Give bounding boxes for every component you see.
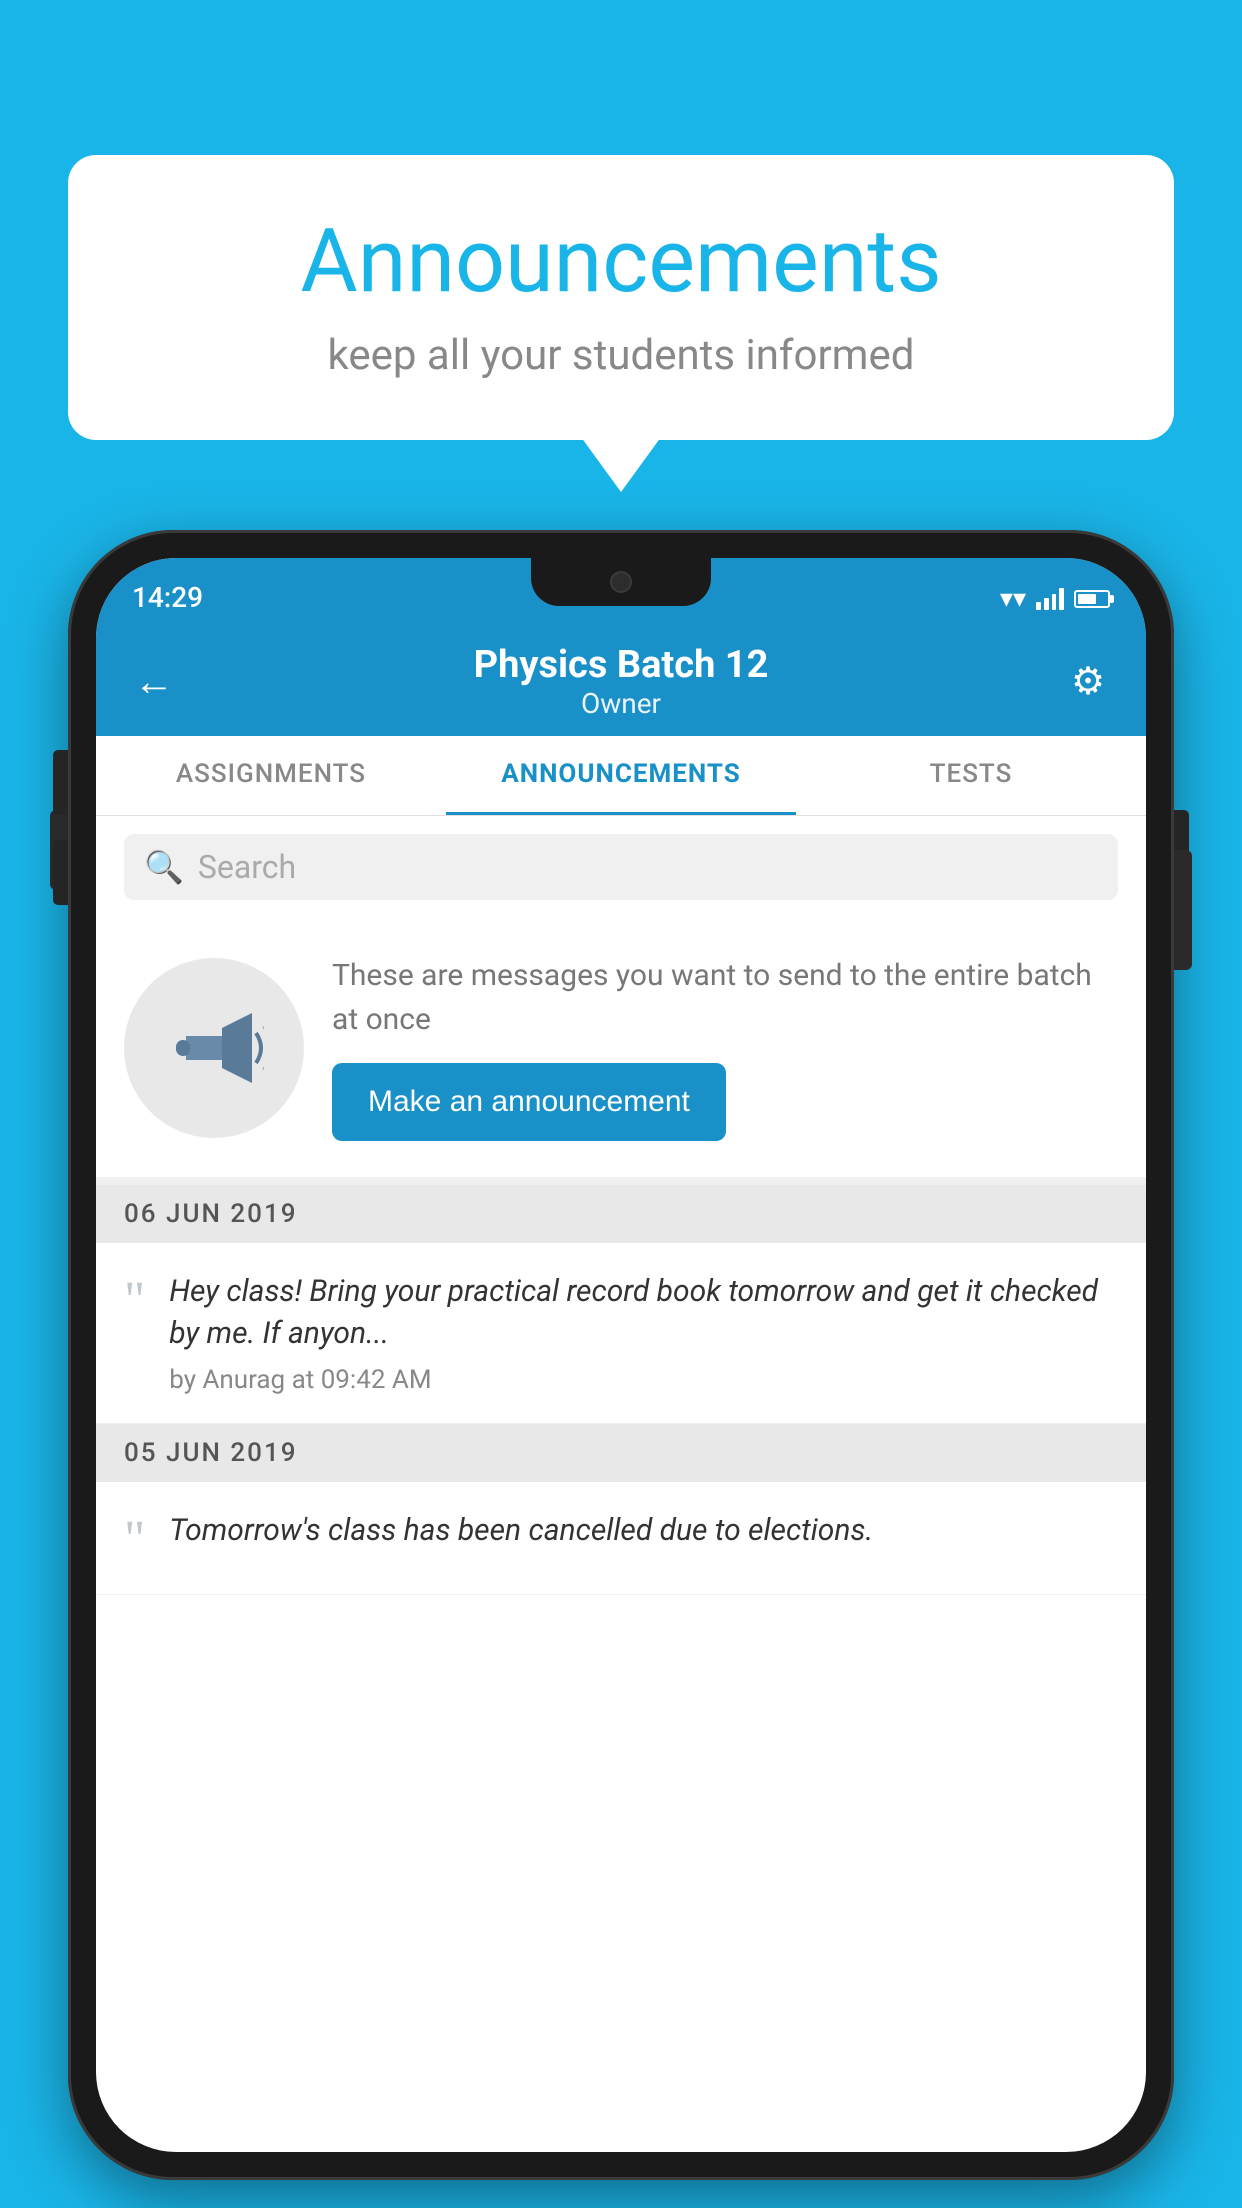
signal-bar-1 bbox=[1036, 602, 1041, 610]
date-divider-1: 06 JUN 2019 bbox=[96, 1185, 1146, 1243]
announcement-item-2[interactable]: " Tomorrow's class has been cancelled du… bbox=[96, 1482, 1146, 1595]
search-container: 🔍 Search bbox=[96, 816, 1146, 918]
quote-icon-1: " bbox=[124, 1275, 145, 1327]
tab-tests[interactable]: TESTS bbox=[796, 736, 1146, 815]
status-icons: ▾▾ bbox=[1000, 584, 1110, 614]
front-camera bbox=[610, 571, 632, 593]
date-divider-2: 05 JUN 2019 bbox=[96, 1424, 1146, 1482]
announcement-text-2: Tomorrow's class has been cancelled due … bbox=[169, 1510, 1118, 1562]
wifi-icon: ▾▾ bbox=[1000, 584, 1026, 614]
promo-icon-circle bbox=[124, 958, 304, 1138]
signal-bar-3 bbox=[1052, 594, 1057, 610]
tab-assignments[interactable]: ASSIGNMENTS bbox=[96, 736, 446, 815]
speech-bubble-container: Announcements keep all your students inf… bbox=[68, 155, 1174, 440]
signal-bar-2 bbox=[1044, 598, 1049, 610]
power-button[interactable] bbox=[1174, 810, 1189, 920]
announcement-item-1[interactable]: " Hey class! Bring your practical record… bbox=[96, 1243, 1146, 1424]
make-announcement-button[interactable]: Make an announcement bbox=[332, 1063, 726, 1141]
search-input-wrapper[interactable]: 🔍 Search bbox=[124, 834, 1118, 900]
announcement-message-2: Tomorrow's class has been cancelled due … bbox=[169, 1510, 1118, 1552]
tab-bar: ASSIGNMENTS ANNOUNCEMENTS TESTS bbox=[96, 736, 1146, 816]
volume-up-button[interactable] bbox=[53, 750, 68, 815]
promo-section: These are messages you want to send to t… bbox=[96, 918, 1146, 1185]
phone-outer: 14:29 ▾▾ bbox=[68, 530, 1174, 2180]
phone-mockup: 14:29 ▾▾ bbox=[68, 530, 1174, 2180]
header-title: Physics Batch 12 bbox=[184, 643, 1058, 687]
header-center: Physics Batch 12 Owner bbox=[184, 643, 1058, 720]
header-subtitle: Owner bbox=[184, 687, 1058, 720]
status-time: 14:29 bbox=[132, 581, 203, 614]
notch bbox=[531, 558, 711, 606]
search-placeholder: Search bbox=[198, 848, 296, 886]
megaphone-icon bbox=[164, 998, 264, 1098]
search-icon: 🔍 bbox=[144, 848, 184, 886]
settings-button[interactable]: ⚙ bbox=[1058, 659, 1118, 704]
signal-icon bbox=[1036, 588, 1064, 610]
tab-announcements[interactable]: ANNOUNCEMENTS bbox=[446, 736, 796, 815]
signal-bar-4 bbox=[1059, 588, 1064, 610]
announcement-text-1: Hey class! Bring your practical record b… bbox=[169, 1271, 1118, 1395]
promo-text: These are messages you want to send to t… bbox=[332, 954, 1118, 1041]
battery-icon bbox=[1074, 590, 1110, 608]
battery-fill bbox=[1078, 594, 1096, 604]
quote-icon-2: " bbox=[124, 1514, 145, 1566]
speech-bubble-title: Announcements bbox=[128, 210, 1114, 313]
announcement-message-1: Hey class! Bring your practical record b… bbox=[169, 1271, 1118, 1355]
speech-bubble: Announcements keep all your students inf… bbox=[68, 155, 1174, 440]
phone-screen: 14:29 ▾▾ bbox=[96, 558, 1146, 2152]
promo-content: These are messages you want to send to t… bbox=[332, 954, 1118, 1141]
back-button[interactable]: ← bbox=[124, 658, 184, 705]
speech-bubble-subtitle: keep all your students informed bbox=[128, 331, 1114, 380]
announcement-meta-1: by Anurag at 09:42 AM bbox=[169, 1365, 1118, 1395]
app-header: ← Physics Batch 12 Owner ⚙ bbox=[96, 626, 1146, 736]
volume-down-button[interactable] bbox=[53, 840, 68, 905]
